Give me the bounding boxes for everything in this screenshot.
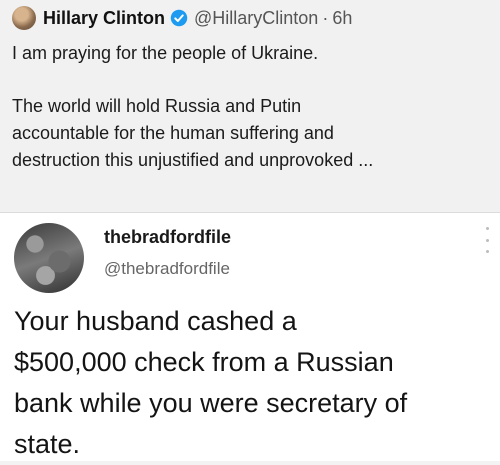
author-avatar[interactable] — [12, 6, 36, 30]
author-name[interactable]: Hillary Clinton — [43, 8, 165, 29]
reply-tweet[interactable]: thebradfordfile @thebradfordfile Your hu… — [0, 213, 500, 461]
tweet-line: The world will hold Russia and Putin — [12, 96, 302, 116]
reply-author-handle[interactable]: @thebradfordfile — [104, 259, 230, 279]
reply-line: state. — [14, 429, 81, 459]
tweet-time[interactable]: 6h — [332, 8, 352, 29]
author-handle[interactable]: @HillaryClinton — [194, 8, 318, 29]
reply-author-name[interactable]: thebradfordfile — [104, 227, 231, 248]
quoted-tweet-header: Hillary Clinton @HillaryClinton · 6h — [12, 6, 352, 30]
quoted-tweet-text: I am praying for the people of Ukraine. … — [12, 40, 490, 174]
reply-line: Your husband cashed a — [14, 306, 297, 336]
tweet-paragraph: I am praying for the people of Ukraine. — [12, 43, 319, 63]
reply-line: $500,000 check from a Russian — [14, 347, 394, 377]
tweet-line: destruction this unjustified and unprovo… — [12, 150, 374, 170]
quoted-tweet[interactable]: Hillary Clinton @HillaryClinton · 6h I a… — [0, 0, 500, 212]
verified-badge-icon — [170, 9, 188, 27]
reply-line: bank while you were secretary of — [14, 388, 408, 418]
reply-text: Your husband cashed a $500,000 check fro… — [14, 301, 494, 465]
tweet-line: accountable for the human suffering and — [12, 123, 334, 143]
vertical-ellipsis-icon[interactable] — [482, 227, 492, 253]
reply-author-avatar[interactable] — [14, 223, 84, 293]
separator-dot: · — [322, 7, 329, 28]
